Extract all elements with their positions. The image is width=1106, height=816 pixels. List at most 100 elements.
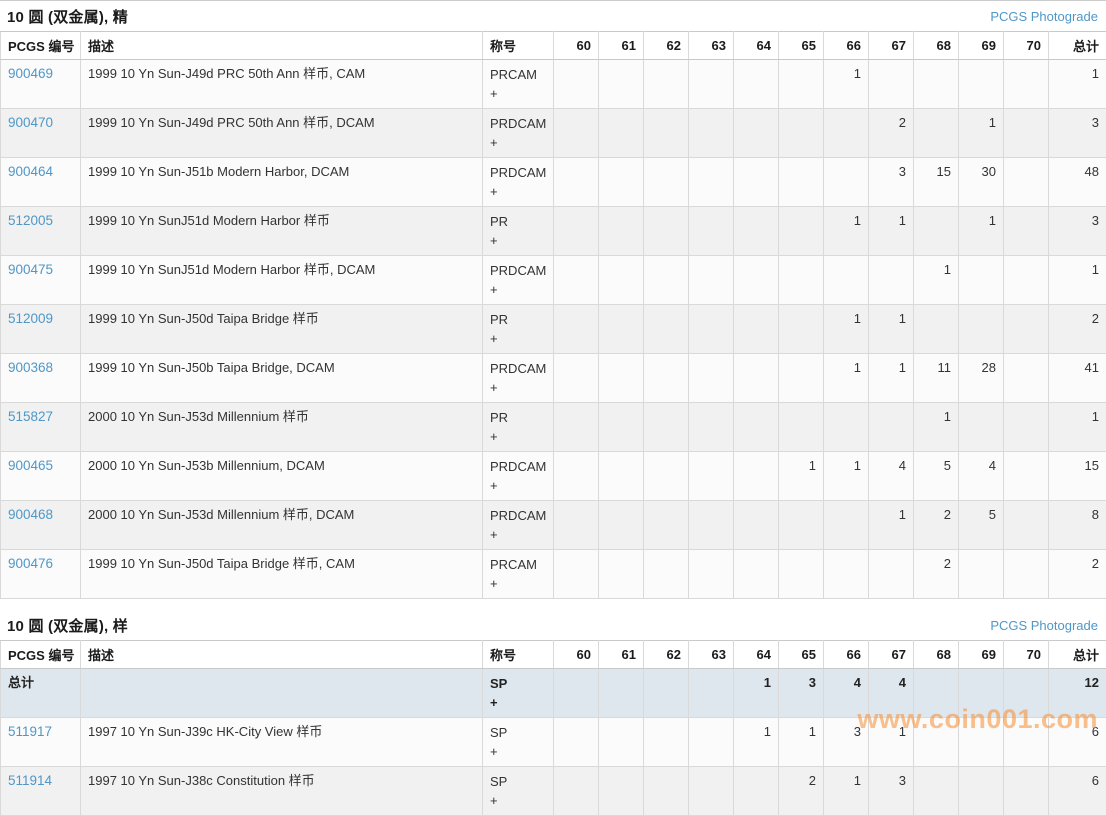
grade-63-count xyxy=(689,501,734,550)
section-proof: 10 圆 (双金属), 精 PCGS Photograde PCGS 编号 描述… xyxy=(0,1,1106,599)
grade-61-count xyxy=(599,452,644,501)
designation-plus: + xyxy=(490,427,546,446)
coin-description: 1999 10 Yn Sun-J49d PRC 50th Ann 样币, DCA… xyxy=(81,109,483,158)
pcgs-number-cell: 512009 xyxy=(1,305,81,354)
grade-67-count: 2 xyxy=(869,109,914,158)
grade-62-count xyxy=(644,452,689,501)
grade-62-count xyxy=(644,501,689,550)
pcgs-number-link[interactable]: 900368 xyxy=(8,360,53,375)
col-header-grade-69: 69 xyxy=(959,32,1004,60)
pcgs-number-link[interactable]: 900475 xyxy=(8,262,53,277)
pcgs-number-link[interactable]: 900464 xyxy=(8,164,53,179)
col-header-total: 总计 xyxy=(1049,641,1106,669)
grade-64-count xyxy=(734,403,779,452)
row-total: 6 xyxy=(1049,718,1106,767)
pcgs-number-cell: 512005 xyxy=(1,207,81,256)
grade-60-count xyxy=(554,354,599,403)
coin-description: 1999 10 Yn Sun-J50d Taipa Bridge 样币 xyxy=(81,305,483,354)
pcgs-number-link[interactable]: 511917 xyxy=(8,724,52,739)
grade-62-count xyxy=(644,550,689,599)
table-body: 900469 1999 10 Yn Sun-J49d PRC 50th Ann 样… xyxy=(1,60,1106,599)
table-row: 511917 1997 10 Yn Sun-J39c HK-City View 样… xyxy=(1,718,1106,767)
grade-61-count xyxy=(599,669,644,718)
pcgs-photograde-link[interactable]: PCGS Photograde xyxy=(990,618,1098,633)
section-titlebar: 10 圆 (双金属), 样 PCGS Photograde xyxy=(0,610,1106,640)
col-header-pcgs-number: PCGS 编号 xyxy=(1,32,81,60)
grade-66-count xyxy=(824,550,869,599)
grade-65-count xyxy=(779,550,824,599)
grade-69-count: 1 xyxy=(959,109,1004,158)
table-header: PCGS 编号 描述 称号 60 61 62 63 64 65 66 67 68… xyxy=(1,32,1106,60)
pcgs-number-link[interactable]: 512009 xyxy=(8,311,53,326)
grade-69-count: 5 xyxy=(959,501,1004,550)
designation: PRDCAM+ xyxy=(483,158,554,207)
grade-61-count xyxy=(599,207,644,256)
designation-label: SP xyxy=(490,723,546,742)
grade-64-count: 1 xyxy=(734,718,779,767)
col-header-grade-69: 69 xyxy=(959,641,1004,669)
grade-63-count xyxy=(689,403,734,452)
grade-67-count: 1 xyxy=(869,718,914,767)
grade-65-count: 1 xyxy=(779,718,824,767)
grade-64-count xyxy=(734,109,779,158)
pcgs-number-link[interactable]: 900469 xyxy=(8,66,53,81)
pcgs-number-link[interactable]: 512005 xyxy=(8,213,53,228)
grade-62-count xyxy=(644,305,689,354)
pcgs-number-link[interactable]: 515827 xyxy=(8,409,53,424)
pcgs-number-link[interactable]: 900468 xyxy=(8,507,53,522)
col-header-total: 总计 xyxy=(1049,32,1106,60)
grade-70-count xyxy=(1004,207,1049,256)
designation-plus: + xyxy=(490,693,546,712)
pcgs-number-link[interactable]: 900465 xyxy=(8,458,53,473)
row-total: 6 xyxy=(1049,767,1106,816)
grade-65-count xyxy=(779,256,824,305)
grade-66-count: 1 xyxy=(824,452,869,501)
grade-69-count xyxy=(959,305,1004,354)
col-header-grade-67: 67 xyxy=(869,32,914,60)
grade-68-count xyxy=(914,109,959,158)
col-header-grade-70: 70 xyxy=(1004,641,1049,669)
col-header-designation: 称号 xyxy=(483,641,554,669)
grade-68-count xyxy=(914,718,959,767)
pcgs-number-link[interactable]: 511914 xyxy=(8,773,52,788)
coin-description: 1999 10 Yn Sun-J50b Taipa Bridge, DCAM xyxy=(81,354,483,403)
table-row: 9004641999 10 Yn Sun-J51b Modern Harbor,… xyxy=(1,158,1106,207)
designation-label: PRDCAM xyxy=(490,457,546,476)
pcgs-number-cell: 900470 xyxy=(1,109,81,158)
designation-label: PRDCAM xyxy=(490,163,546,182)
coin-description: 1999 10 Yn SunJ51d Modern Harbor 样币, DCA… xyxy=(81,256,483,305)
designation-label: PRDCAM xyxy=(490,114,546,133)
grade-68-count: 11 xyxy=(914,354,959,403)
designation: SP+ xyxy=(483,669,554,718)
grade-70-count xyxy=(1004,354,1049,403)
grade-63-count xyxy=(689,452,734,501)
grade-60-count xyxy=(554,256,599,305)
table-row: 512009 1999 10 Yn Sun-J50d Taipa Bridge 样… xyxy=(1,305,1106,354)
grade-67-count: 4 xyxy=(869,669,914,718)
pcgs-number-cell: 900469 xyxy=(1,60,81,109)
designation-plus: + xyxy=(490,525,546,544)
grade-66-count xyxy=(824,158,869,207)
grade-60-count xyxy=(554,158,599,207)
grade-60-count xyxy=(554,305,599,354)
table-row: 9004691999 10 Yn Sun-J49d PRC 50th Ann 样… xyxy=(1,60,1106,109)
grade-60-count xyxy=(554,207,599,256)
grade-67-count: 1 xyxy=(869,207,914,256)
grade-60-count xyxy=(554,767,599,816)
row-total: 1 xyxy=(1049,256,1106,305)
grade-68-count: 2 xyxy=(914,501,959,550)
pcgs-photograde-link[interactable]: PCGS Photograde xyxy=(990,9,1098,24)
col-header-grade-63: 63 xyxy=(689,32,734,60)
designation: PR+ xyxy=(483,305,554,354)
grade-68-count xyxy=(914,669,959,718)
table-row: 9004682000 10 Yn Sun-J53d Millennium 样币,… xyxy=(1,501,1106,550)
coin-description: 1997 10 Yn Sun-J38c Constitution 样币 xyxy=(81,767,483,816)
pcgs-number-link[interactable]: 900476 xyxy=(8,556,53,571)
grade-65-count: 2 xyxy=(779,767,824,816)
table-header: PCGS 编号 描述 称号 60 61 62 63 64 65 66 67 68… xyxy=(1,641,1106,669)
designation: SP+ xyxy=(483,767,554,816)
coin-description: 1997 10 Yn Sun-J39c HK-City View 样币 xyxy=(81,718,483,767)
row-total: 48 xyxy=(1049,158,1106,207)
pcgs-number-link[interactable]: 900470 xyxy=(8,115,53,130)
grade-63-count xyxy=(689,669,734,718)
